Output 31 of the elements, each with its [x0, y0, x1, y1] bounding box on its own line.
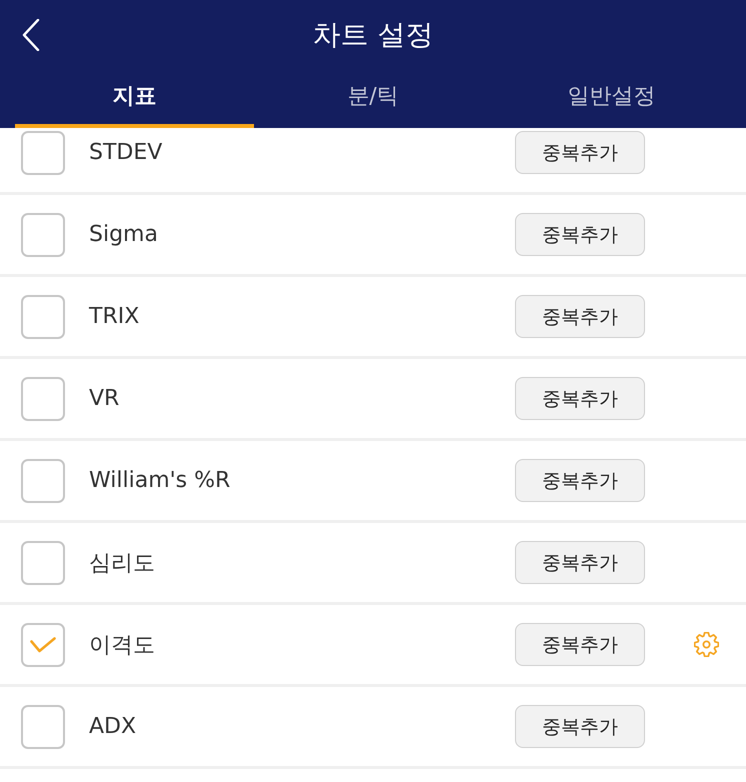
indicator-name: STDEV	[89, 140, 164, 165]
checkbox[interactable]	[21, 540, 65, 584]
back-icon[interactable]	[22, 19, 40, 51]
add-duplicate-button[interactable]: 중복추가	[515, 623, 645, 666]
indicator-name: TRIX	[89, 304, 140, 329]
add-duplicate-button[interactable]: 중복추가	[515, 213, 645, 256]
tab[interactable]: 지표	[15, 70, 254, 128]
checkmark-icon	[30, 636, 56, 652]
checkbox[interactable]	[21, 458, 65, 502]
tab[interactable]: 분/틱	[254, 70, 492, 128]
indicator-name: 심리도	[89, 550, 156, 578]
add-duplicate-button[interactable]: 중복추가	[515, 541, 645, 584]
indicator-name: Sigma	[89, 222, 159, 247]
add-duplicate-button[interactable]: 중복추가	[515, 459, 645, 502]
checkbox[interactable]	[21, 376, 65, 420]
add-duplicate-button[interactable]: 중복추가	[515, 705, 645, 748]
add-duplicate-button[interactable]: 중복추가	[515, 377, 645, 420]
add-duplicate-button[interactable]: 중복추가	[515, 295, 645, 338]
checkbox[interactable]	[21, 294, 65, 338]
indicator-name: William's %R	[89, 468, 232, 493]
checkbox[interactable]	[21, 212, 65, 256]
checkbox[interactable]	[21, 622, 65, 666]
checkbox[interactable]	[21, 130, 65, 174]
screen-title: 차트 설정	[312, 17, 434, 53]
indicator-name: VR	[89, 386, 120, 411]
checkbox[interactable]	[21, 704, 65, 748]
indicator-name: 이격도	[89, 632, 156, 660]
indicator-name: ADX	[89, 714, 138, 739]
settings-icon[interactable]	[694, 632, 719, 657]
tab[interactable]: 일반설정	[492, 70, 731, 128]
add-duplicate-button[interactable]: 중복추가	[515, 131, 645, 174]
